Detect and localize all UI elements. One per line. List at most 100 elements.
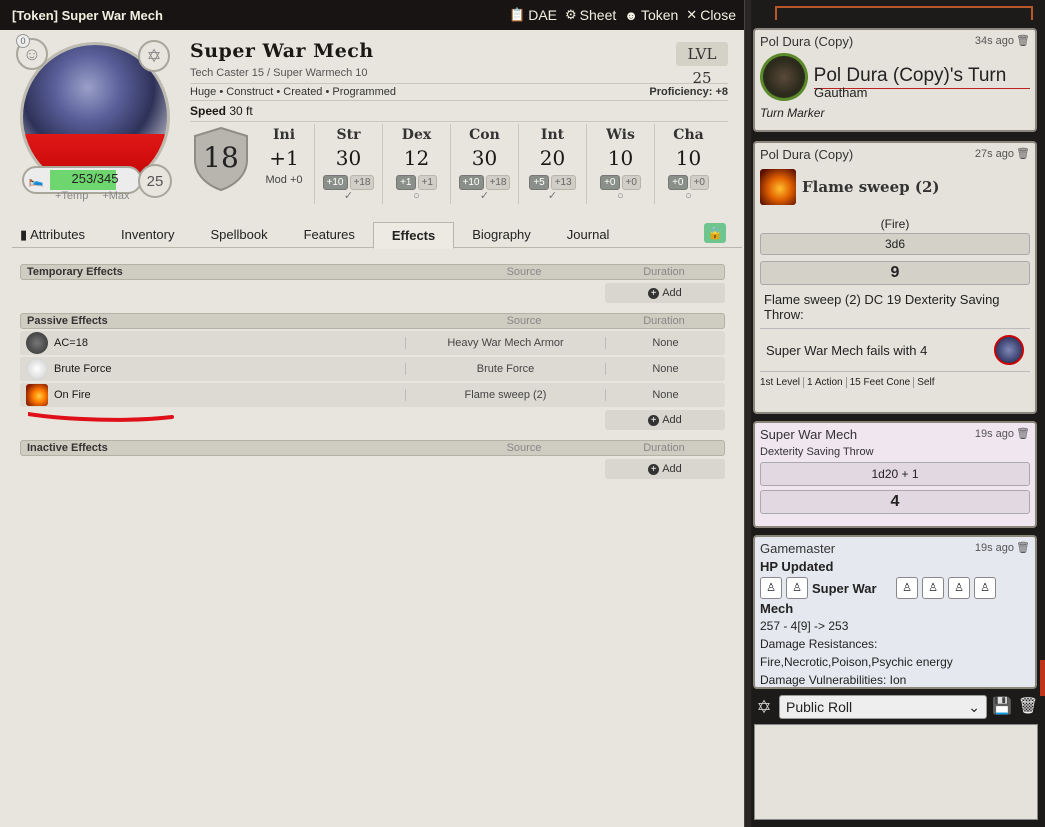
effect-row[interactable]: AC=18 Heavy War Mech Armor None <box>20 331 725 355</box>
add-label: Add <box>662 414 682 426</box>
chat-message-turn: Pol Dura (Copy) 34s ago 🗑 Pol Dura (Copy)… <box>753 28 1037 132</box>
dice-total[interactable]: 4 <box>760 490 1030 514</box>
trash-icon[interactable]: 🗑 <box>1017 696 1039 718</box>
temp-hp-label[interactable]: +Temp <box>55 190 88 202</box>
ability-str[interactable]: Str 30 +10 +18 ✓ <box>314 124 382 204</box>
duration-column-header: Duration <box>643 315 685 327</box>
effect-duration: None <box>605 389 725 401</box>
add-temporary-effect-button[interactable]: + Add <box>605 283 725 303</box>
ability-dex[interactable]: Dex 12 +1 +1 ○ <box>382 124 450 204</box>
chat-message-input[interactable] <box>754 724 1038 820</box>
ability-score[interactable]: 12 <box>383 146 450 170</box>
add-inactive-effect-button[interactable]: + Add <box>605 459 725 479</box>
sidebar-top-strip <box>751 0 1040 24</box>
chat-message-save-roll: Super War Mech 19s ago 🗑 Dexterity Saving… <box>753 421 1037 528</box>
close-button[interactable]: ✕ Close <box>686 7 736 23</box>
ability-mod[interactable]: +0 <box>668 175 688 190</box>
max-hp-label[interactable]: +Max <box>102 190 129 202</box>
ability-mod[interactable]: +0 <box>600 175 620 190</box>
target-token-avatar[interactable] <box>994 335 1024 365</box>
sheet-lock-button[interactable]: 🔒 <box>704 223 726 243</box>
sheet-tabs: ▮ Attributes Inventory Spellbook Feature… <box>12 222 742 249</box>
effect-source: Heavy War Mech Armor <box>405 337 605 349</box>
inspiration-toggle[interactable]: ☺ 0 <box>16 34 48 70</box>
ability-mod[interactable]: +10 <box>322 175 348 190</box>
ability-save[interactable]: +18 <box>485 175 511 190</box>
ability-mod[interactable]: +5 <box>529 175 549 190</box>
ability-score[interactable]: 30 <box>451 146 518 170</box>
person-shield-icon[interactable]: ♙ <box>922 577 944 599</box>
ability-mod[interactable]: +10 <box>458 175 484 190</box>
dice-formula[interactable]: 3d6 <box>760 233 1030 255</box>
trash-icon[interactable]: 🗑 <box>1016 148 1030 160</box>
add-passive-effect-button[interactable]: + Add <box>605 410 725 430</box>
tab-journal[interactable]: Journal <box>549 222 628 247</box>
dice-formula[interactable]: 1d20 + 1 <box>760 462 1030 486</box>
proficient-check-icon[interactable]: ✓ <box>451 190 518 202</box>
ability-int[interactable]: Int 20 +5 +13 ✓ <box>518 124 586 204</box>
item-name[interactable]: Flame sweep (2) <box>802 178 940 196</box>
effect-row[interactable]: On Fire Flame sweep (2) None <box>20 383 725 407</box>
damage-resistances-label: Damage Resistances: <box>760 637 878 651</box>
ability-score[interactable]: 20 <box>519 146 586 170</box>
plus-icon: + <box>648 464 660 475</box>
d20-icon[interactable]: ✡ <box>753 696 775 718</box>
ability-cha[interactable]: Cha 10 +0 +0 ○ <box>654 124 722 204</box>
ability-score[interactable]: 30 <box>315 146 382 170</box>
trash-icon[interactable]: 🗑 <box>1016 542 1030 554</box>
ability-score[interactable]: 10 <box>655 146 722 170</box>
trash-icon[interactable]: 🗑 <box>1016 428 1030 440</box>
ability-save[interactable]: +0 <box>689 175 709 190</box>
ability-mod[interactable]: +1 <box>396 175 416 190</box>
ability-save[interactable]: +13 <box>550 175 576 190</box>
ability-scores: Ini +1 Mod +0 Str 30 +10 +18 ✓ Dex 12 +1 +… <box>254 124 729 204</box>
tab-spellbook[interactable]: Spellbook <box>192 222 285 247</box>
tab-biography[interactable]: Biography <box>454 222 549 247</box>
property-tag: 1 Action <box>804 377 847 388</box>
section-title: Temporary Effects <box>27 266 123 278</box>
dice-total[interactable]: 9 <box>760 261 1030 285</box>
not-proficient-circle-icon[interactable]: ○ <box>383 190 450 202</box>
armor-class-shield[interactable]: 18 <box>191 126 251 192</box>
person-remove-icon[interactable]: ♙ <box>974 577 996 599</box>
initiative-label: Ini <box>272 127 296 143</box>
save-floppy-icon[interactable]: 💾 <box>991 696 1013 718</box>
person-minus-icon[interactable]: ♙ <box>786 577 808 599</box>
tab-features[interactable]: Features <box>286 222 373 247</box>
proficient-check-icon[interactable]: ✓ <box>315 190 382 202</box>
dae-button[interactable]: 📋 DAE <box>509 7 557 23</box>
person-plus-icon[interactable]: ♙ <box>896 577 918 599</box>
tab-effects[interactable]: Effects <box>372 222 455 249</box>
person-plus-icon[interactable]: ♙ <box>760 577 782 599</box>
tab-attributes[interactable]: ▮ Attributes <box>12 222 103 247</box>
death-saves-button[interactable]: ✡ <box>138 40 170 72</box>
effect-row[interactable]: Brute Force Brute Force None <box>20 357 725 381</box>
sidebar-collapse-tab[interactable] <box>1040 660 1045 696</box>
character-name[interactable]: Super War Mech <box>190 40 374 62</box>
not-proficient-circle-icon[interactable]: ○ <box>655 190 722 202</box>
hit-dice-badge[interactable]: 25 <box>138 164 172 198</box>
token-button[interactable]: ☻ Token <box>624 7 678 23</box>
tab-inventory[interactable]: Inventory <box>103 222 192 247</box>
roll-mode-select[interactable]: Public Roll ⌄ <box>779 695 987 719</box>
window-header[interactable]: [Token] Super War Mech 📋 DAE ⚙ Sheet ☻ Toke… <box>0 0 744 30</box>
proficient-check-icon[interactable]: ✓ <box>519 190 586 202</box>
ability-save[interactable]: +0 <box>621 175 641 190</box>
ability-save[interactable]: +18 <box>349 175 375 190</box>
person-walk-icon[interactable]: ♙ <box>948 577 970 599</box>
sheet-button[interactable]: ⚙ Sheet <box>565 7 616 23</box>
effects-panel: Temporary Effects Source Duration + Add P… <box>20 264 725 479</box>
add-label: Add <box>662 463 682 475</box>
ability-score[interactable]: 10 <box>587 146 654 170</box>
initiative-block[interactable]: Ini +1 Mod +0 <box>254 124 314 204</box>
not-proficient-circle-icon[interactable]: ○ <box>587 190 654 202</box>
rest-bed-icon[interactable]: 🛌 <box>24 173 48 187</box>
ability-wis[interactable]: Wis 10 +0 +0 ○ <box>586 124 654 204</box>
trash-icon[interactable]: 🗑 <box>1016 35 1030 47</box>
level-badge: LVL 25 <box>676 42 728 87</box>
damage-resistances-value: Fire,Necrotic,Poison,Psychic energy <box>760 655 953 669</box>
ability-con[interactable]: Con 30 +10 +18 ✓ <box>450 124 518 204</box>
section-title: Passive Effects <box>27 315 108 327</box>
ability-save[interactable]: +1 <box>417 175 437 190</box>
hp-value[interactable]: 253/345 <box>50 171 140 186</box>
